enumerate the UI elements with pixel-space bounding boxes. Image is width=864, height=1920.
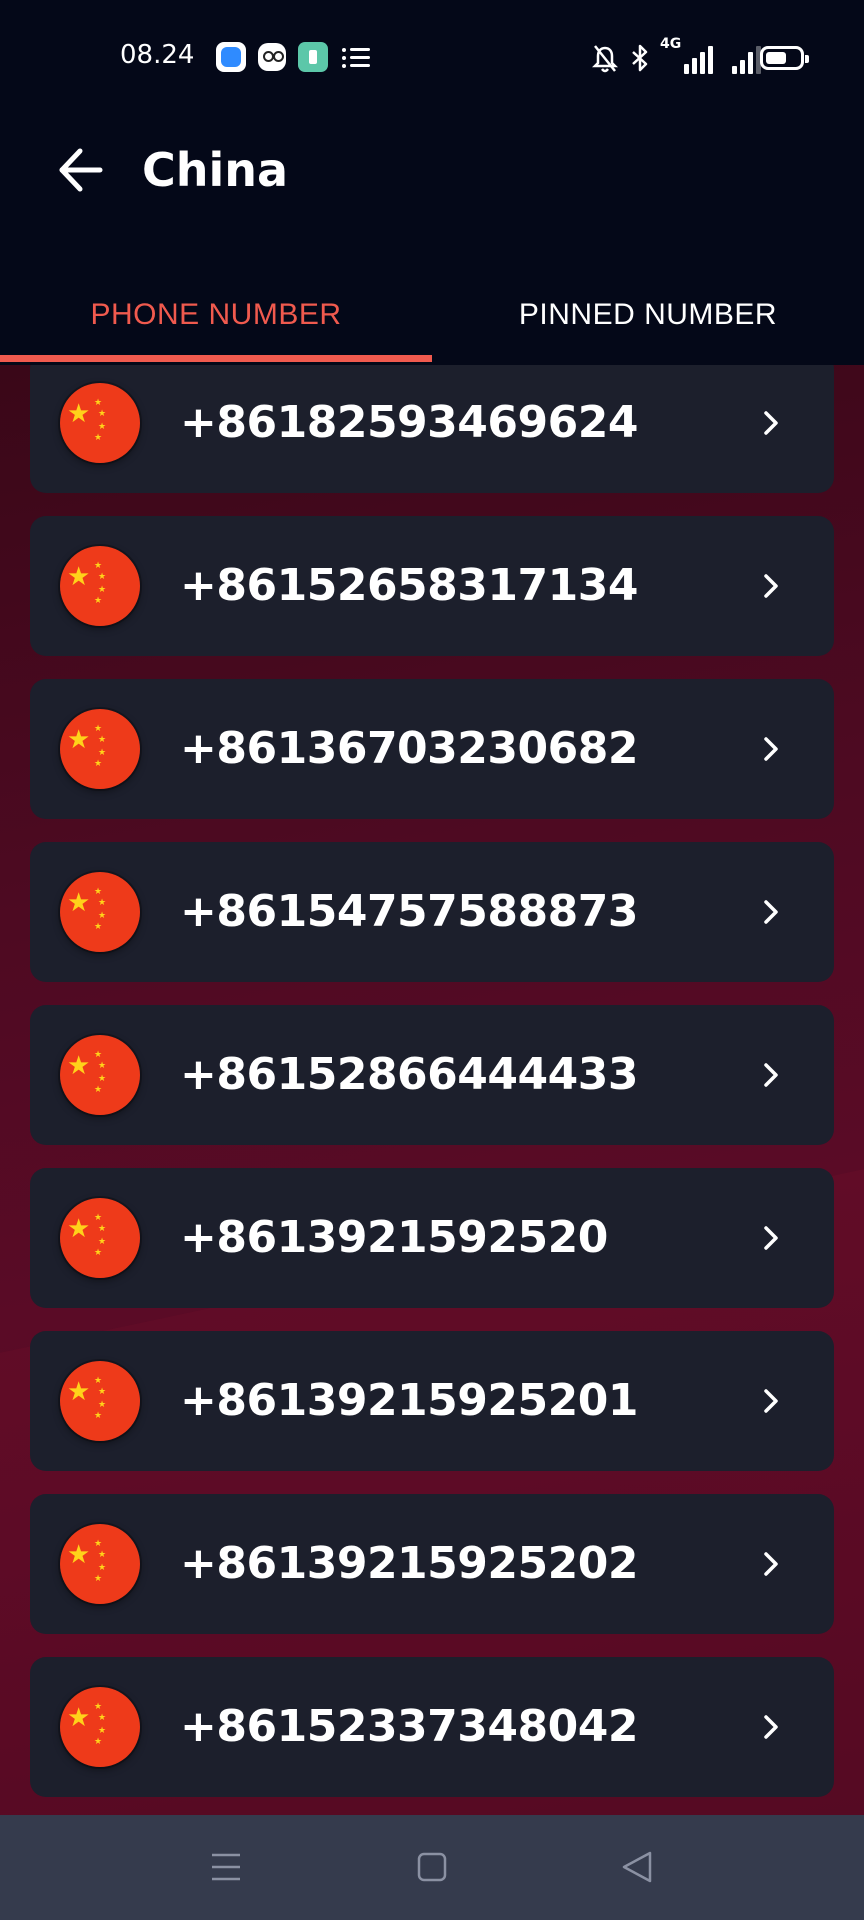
chevron-right-icon	[764, 1063, 778, 1087]
phone-number: +86152658317134	[180, 560, 638, 611]
status-indicators: 4G	[564, 36, 809, 76]
number-row[interactable]: ★ ★ ★ ★ ★ +86152658317134	[30, 516, 834, 656]
tab-phone-number[interactable]: PHONE NUMBER	[0, 265, 432, 365]
number-list-area[interactable]: ★ ★ ★ ★ ★ +86182593469624 ★ ★ ★ ★ ★ +86152658317134…	[0, 365, 864, 1815]
tab-pinned-number[interactable]: PINNED NUMBER	[432, 265, 864, 365]
china-flag-icon: ★ ★ ★ ★ ★	[60, 1361, 140, 1441]
china-flag-icon: ★ ★ ★ ★ ★	[60, 1687, 140, 1767]
status-bar: 08.24 4G	[0, 0, 864, 115]
number-row[interactable]: ★ ★ ★ ★ ★ +8613921592520	[30, 1168, 834, 1308]
number-row[interactable]: ★ ★ ★ ★ ★ +86154757588873	[30, 842, 834, 982]
phone-number: +86139215925202	[180, 1538, 638, 1589]
chevron-right-icon	[764, 1552, 778, 1576]
chevron-right-icon	[764, 1389, 778, 1413]
phone-number: +86182593469624	[180, 397, 638, 448]
chevron-right-icon	[764, 1715, 778, 1739]
status-time: 08.24	[120, 40, 195, 70]
arrow-left-icon[interactable]	[56, 145, 106, 195]
number-row[interactable]: ★ ★ ★ ★ ★ +86152337348042	[30, 1657, 834, 1797]
page-title: China	[142, 143, 289, 197]
tab-bar: PHONE NUMBER PINNED NUMBER	[0, 265, 864, 365]
battery-icon	[760, 46, 809, 70]
phone-number: +86152866444433	[180, 1049, 638, 1100]
china-flag-icon: ★ ★ ★ ★ ★	[60, 1524, 140, 1604]
app-blue-icon	[216, 42, 246, 72]
app-owl-icon	[258, 43, 286, 71]
china-flag-icon: ★ ★ ★ ★ ★	[60, 1198, 140, 1278]
back-triangle-icon[interactable]	[616, 1845, 660, 1889]
app-green-icon	[298, 42, 328, 72]
number-row[interactable]: ★ ★ ★ ★ ★ +86152866444433	[30, 1005, 834, 1145]
phone-number: +86154757588873	[180, 886, 638, 937]
list-notification-icon	[342, 46, 370, 70]
chevron-right-icon	[764, 737, 778, 761]
phone-number: +86136703230682	[180, 723, 638, 774]
chevron-right-icon	[764, 574, 778, 598]
china-flag-icon: ★ ★ ★ ★ ★	[60, 872, 140, 952]
china-flag-icon: ★ ★ ★ ★ ★	[60, 1035, 140, 1115]
system-nav-bar	[0, 1815, 864, 1920]
chevron-right-icon	[764, 900, 778, 924]
bluetooth-icon	[632, 44, 648, 72]
chevron-right-icon	[764, 1226, 778, 1250]
phone-number: +86152337348042	[180, 1701, 638, 1752]
number-row[interactable]: ★ ★ ★ ★ ★ +86136703230682	[30, 679, 834, 819]
number-row[interactable]: ★ ★ ★ ★ ★ +86182593469624	[30, 365, 834, 493]
phone-number: +86139215925201	[180, 1375, 638, 1426]
signal-icon-1	[684, 44, 716, 74]
china-flag-icon: ★ ★ ★ ★ ★	[60, 546, 140, 626]
home-icon[interactable]	[410, 1845, 454, 1889]
active-tab-indicator	[0, 355, 432, 362]
chevron-right-icon	[764, 411, 778, 435]
menu-icon[interactable]	[204, 1845, 248, 1889]
network-type: 4G	[660, 36, 682, 52]
number-row[interactable]: ★ ★ ★ ★ ★ +86139215925202	[30, 1494, 834, 1634]
phone-number: +8613921592520	[180, 1212, 608, 1263]
number-row[interactable]: ★ ★ ★ ★ ★ +86139215925201	[30, 1331, 834, 1471]
bell-off-icon	[592, 45, 618, 73]
china-flag-icon: ★ ★ ★ ★ ★	[60, 709, 140, 789]
china-flag-icon: ★ ★ ★ ★ ★	[60, 383, 140, 463]
app-header: China PHONE NUMBER PINNED NUMBER	[0, 115, 864, 365]
